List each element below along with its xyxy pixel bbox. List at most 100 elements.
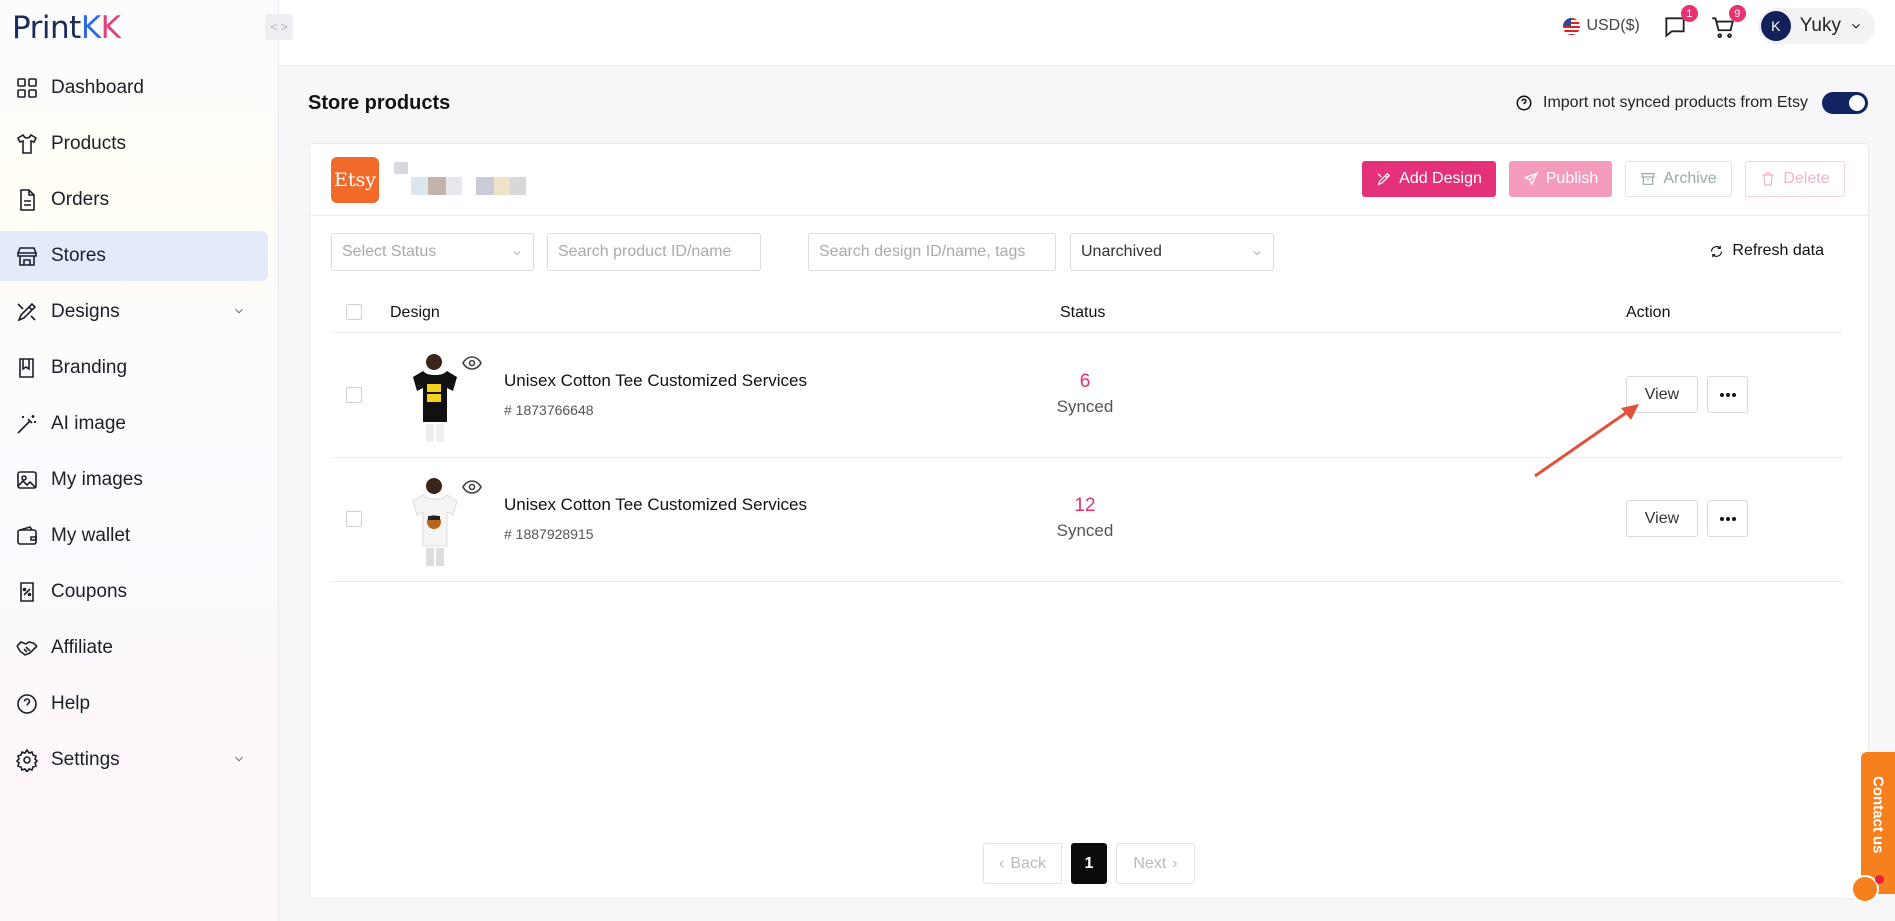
contact-us-tab[interactable]: Contact us [1861,752,1895,894]
sidebar-item-label: Designs [51,301,120,322]
sidebar-item-dashboard[interactable]: Dashboard [0,63,268,113]
import-toggle[interactable] [1822,92,1868,114]
currency-label: USD($) [1586,17,1640,34]
sidebar-item-coupons[interactable]: Coupons [0,567,268,617]
archive-button[interactable]: Archive [1625,161,1732,197]
archive-icon [1641,173,1655,185]
design-search-input[interactable]: Search design ID/name, tags [808,233,1056,271]
archive-label: Archive [1663,170,1717,187]
more-icon [1719,392,1736,397]
product-thumbnail[interactable] [393,472,473,568]
archive-filter-select[interactable]: Unarchived [1070,233,1274,271]
messages-button[interactable]: 1 [1662,5,1698,41]
sidebar-item-ai-image[interactable]: AI image [0,399,268,449]
row-checkbox[interactable] [346,511,362,527]
view-button[interactable]: View [1626,500,1698,537]
synced-count: 12 [1074,495,1096,516]
chevron-down-icon [513,251,521,256]
sync-status: Synced [1056,397,1114,416]
sidebar-item-designs[interactable]: Designs [0,287,268,337]
add-design-button[interactable]: Add Design [1362,161,1496,197]
table-row: Unisex Cotton Tee Customized Services # … [331,458,1843,582]
topbar-right: USD($) 1 9 K Yuky [1563,5,1875,44]
sync-status: Synced [1056,521,1114,540]
sidebar-item-stores[interactable]: Stores [0,231,268,281]
cart-button[interactable]: 9 [1710,5,1746,41]
messages-badge: 1 [1680,5,1698,22]
product-id: # 1887928915 [504,526,594,542]
product-search-input[interactable]: Search product ID/name [547,233,761,271]
design-search-placeholder: Search design ID/name, tags [819,243,1026,260]
status-select[interactable]: Select Status [331,233,534,271]
select-all-checkbox[interactable] [346,304,362,320]
user-menu[interactable]: K Yuky [1757,8,1875,44]
publish-label: Publish [1545,170,1599,187]
store-icon [17,247,37,266]
product-thumbnail[interactable] [393,348,473,444]
row-checkbox[interactable] [346,387,362,403]
view-button[interactable]: View [1626,376,1698,413]
brush-icon [1377,172,1391,186]
sidebar-item-label: Orders [51,189,110,210]
product-id: # 1873766648 [504,402,594,418]
table-row: Unisex Cotton Tee Customized Services # … [331,334,1843,458]
contact-us-label: Contact us [1869,776,1887,854]
pagination-next-button[interactable]: Next › [1116,843,1195,884]
sidebar-item-label: Products [51,133,126,154]
currency-selector[interactable]: USD($) [1563,17,1640,35]
avatar: K [1760,11,1791,41]
chevron-left-icon: ‹ [999,854,1005,872]
coupon-icon [20,582,34,602]
product-name[interactable]: Unisex Cotton Tee Customized Services [504,371,807,391]
back-label: Back [1010,854,1046,872]
sidebar-item-label: Help [51,693,91,714]
sidebar-item-label: My images [51,469,143,490]
send-icon [1523,171,1538,186]
delete-label: Delete [1783,170,1830,187]
collapse-sidebar-button[interactable]: < > [265,14,293,40]
sidebar-item-label: My wallet [51,525,131,546]
chevron-down-icon [1253,251,1261,256]
preview-eye-icon[interactable] [462,356,482,370]
sidebar-item-label: Stores [51,245,106,266]
table-header: Design Status Action [331,292,1843,333]
add-design-label: Add Design [1399,170,1482,187]
pagination-page-current[interactable]: 1 [1071,843,1107,884]
more-actions-button[interactable] [1707,500,1748,537]
more-actions-button[interactable] [1707,376,1748,413]
sidebar-item-orders[interactable]: Orders [0,175,268,225]
chevron-down-icon [1852,23,1860,29]
column-design: Design [390,304,440,321]
etsy-logo: Etsy [331,157,379,203]
store-name-redacted [385,159,545,195]
help-icon[interactable] [1515,94,1533,112]
sidebar-item-affiliate[interactable]: Affiliate [0,623,268,673]
dashboard-icon [17,78,37,98]
chevron-right-icon: › [1172,854,1178,872]
sidebar-item-branding[interactable]: Branding [0,343,268,393]
sidebar: PrintKK Dashboard Products Orders Stores… [0,0,279,921]
preview-eye-icon[interactable] [462,480,482,494]
printkk-logo[interactable]: PrintKK [12,10,121,46]
product-search-placeholder: Search product ID/name [558,243,732,260]
image-icon [17,471,37,489]
tshirt-icon [16,133,38,154]
topbar: USD($) 1 9 K Yuky [279,0,1895,66]
sidebar-item-label: Branding [51,357,128,378]
publish-button[interactable]: Publish [1509,161,1612,197]
pagination-back-button[interactable]: ‹ Back [983,843,1062,884]
us-flag-icon [1563,17,1581,35]
sidebar-item-my-images[interactable]: My images [0,455,268,505]
sidebar-item-help[interactable]: Help [0,679,268,729]
status-select-placeholder: Select Status [342,243,437,260]
sidebar-item-label: AI image [51,413,126,434]
sidebar-item-products[interactable]: Products [0,119,268,169]
wallet-icon [17,526,37,545]
sidebar-item-label: Coupons [51,581,128,602]
sidebar-item-my-wallet[interactable]: My wallet [0,511,268,561]
product-name[interactable]: Unisex Cotton Tee Customized Services [504,495,807,515]
more-icon [1719,516,1736,521]
delete-button[interactable]: Delete [1745,161,1845,197]
sidebar-item-settings[interactable]: Settings [0,735,268,785]
refresh-data-button[interactable]: Refresh data [1709,242,1824,260]
